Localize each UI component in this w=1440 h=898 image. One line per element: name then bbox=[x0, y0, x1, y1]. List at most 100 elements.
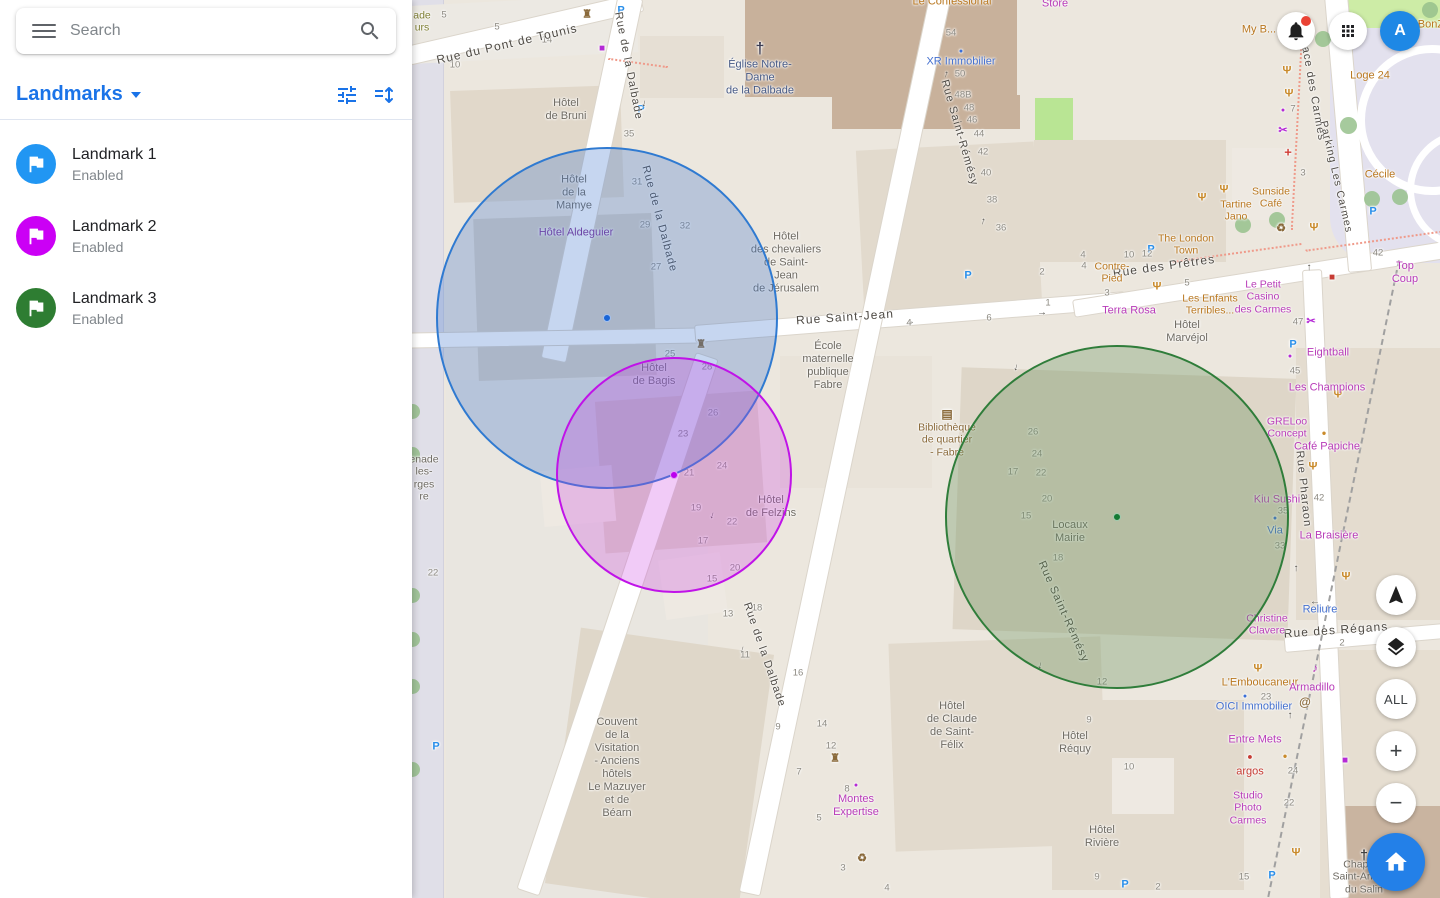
landmark-3-icon bbox=[16, 288, 56, 328]
landmark-status: Enabled bbox=[72, 311, 157, 327]
house-number: 31 bbox=[632, 176, 643, 187]
park-area bbox=[1035, 98, 1073, 142]
house-number: 7 bbox=[1290, 103, 1295, 114]
landmark-status: Enabled bbox=[72, 167, 157, 183]
recycling-icon: ♻ bbox=[857, 853, 867, 866]
house-number: 12 bbox=[826, 740, 837, 751]
poi-label: Hôtel des chevaliers de Saint- Jean de J… bbox=[751, 231, 821, 296]
house-number: 7 bbox=[796, 766, 801, 777]
landmark-row-3[interactable]: Landmark 3 Enabled bbox=[0, 272, 412, 344]
poi-label: My B... bbox=[1242, 24, 1276, 37]
house-number: 35 bbox=[624, 128, 635, 139]
restaurant-icon: Ψ bbox=[1310, 222, 1319, 235]
house-number: 14 bbox=[817, 718, 828, 729]
tree-marker bbox=[1392, 189, 1408, 205]
menu-button[interactable] bbox=[32, 19, 56, 43]
landmark-row-1[interactable]: Landmark 1 Enabled bbox=[0, 128, 412, 200]
layers-button[interactable] bbox=[1376, 627, 1416, 667]
avatar[interactable]: A bbox=[1380, 11, 1420, 51]
house-number: 32 bbox=[680, 220, 691, 231]
flag-icon bbox=[25, 225, 47, 247]
city-gate-icon: ♜ bbox=[830, 753, 840, 766]
page-title[interactable]: Landmarks bbox=[16, 83, 123, 106]
poi-label: Hôtel Marvéjol bbox=[1166, 319, 1208, 345]
home-button[interactable] bbox=[1367, 833, 1425, 891]
layers-icon bbox=[1385, 636, 1407, 658]
library-book-icon: ▤ bbox=[941, 407, 952, 421]
paw-icon: ● bbox=[1247, 752, 1252, 763]
poi-dot: ● bbox=[854, 782, 858, 790]
restaurant-icon: Ψ bbox=[1254, 663, 1263, 676]
building bbox=[953, 367, 1297, 641]
building bbox=[640, 36, 724, 98]
building bbox=[540, 465, 617, 527]
landmark-status: Enabled bbox=[72, 239, 157, 255]
search-input[interactable] bbox=[70, 22, 344, 40]
church-building bbox=[745, 0, 1017, 97]
avatar-letter: A bbox=[1394, 22, 1406, 40]
landmark-name: Landmark 1 bbox=[72, 146, 157, 164]
landmark-2-icon bbox=[16, 216, 56, 256]
search-bar[interactable] bbox=[16, 8, 396, 54]
road-rue-des-regans bbox=[1284, 623, 1440, 653]
house-number: 8 bbox=[844, 783, 849, 794]
apps-grid-icon bbox=[1339, 22, 1357, 40]
zoom-out-button[interactable]: − bbox=[1376, 783, 1416, 823]
restaurant-icon: Ψ bbox=[1283, 65, 1292, 78]
cafe-icon: ● bbox=[1283, 751, 1288, 760]
zoom-in-button[interactable]: + bbox=[1376, 731, 1416, 771]
house-number: 4 bbox=[884, 882, 889, 893]
landmarks-header: Landmarks bbox=[0, 70, 412, 120]
all-filter-label: ALL bbox=[1384, 692, 1408, 707]
house-number: 18 bbox=[752, 602, 763, 613]
notifications-button[interactable] bbox=[1277, 12, 1315, 50]
poi-dot: ● bbox=[1281, 107, 1285, 115]
restaurant-icon: Ψ bbox=[1292, 847, 1301, 860]
poi-label: Contre- Pied bbox=[1094, 261, 1129, 286]
all-filter-button[interactable]: ALL bbox=[1376, 679, 1416, 719]
tree-marker bbox=[1364, 191, 1380, 207]
house-number: 3 bbox=[840, 862, 845, 873]
home-icon bbox=[1383, 849, 1409, 875]
flag-icon bbox=[25, 297, 47, 319]
house-number: 3 bbox=[1300, 167, 1305, 178]
house-number: 4 bbox=[1081, 260, 1086, 271]
tree-marker bbox=[1269, 212, 1285, 228]
minus-icon: − bbox=[1390, 792, 1403, 814]
restaurant-icon: Ψ bbox=[1285, 88, 1294, 101]
landmark-name: Landmark 3 bbox=[72, 290, 157, 308]
house-number: 25 bbox=[665, 348, 676, 359]
plus-icon: + bbox=[1390, 740, 1403, 762]
notification-dot bbox=[1301, 16, 1311, 26]
compass-button[interactable] bbox=[1376, 575, 1416, 615]
building bbox=[1112, 758, 1174, 814]
apps-grid-button[interactable] bbox=[1329, 12, 1367, 50]
landmark-1-icon bbox=[16, 144, 56, 184]
sidebar: Landmarks Landmark 1 Enabled bbox=[0, 0, 412, 898]
road-arrow: ↓ bbox=[640, 98, 648, 111]
tree-marker bbox=[1235, 217, 1251, 233]
building bbox=[1232, 148, 1294, 220]
tree-marker bbox=[1422, 2, 1438, 18]
house-number: 5 bbox=[816, 812, 821, 823]
road-arrow: ↑ bbox=[1288, 710, 1293, 722]
bicycle-parking-icon: P bbox=[637, 104, 644, 117]
map-canvas[interactable]: ††▤♜♜♜PPPPPPPPPΨΨΨΨΨΨΨΨΨΨΨ■■■+♻♻@♪✂✂●●●●… bbox=[412, 0, 1440, 898]
landmark-row-2[interactable]: Landmark 2 Enabled bbox=[0, 200, 412, 272]
house-number: 20 bbox=[730, 562, 741, 573]
flag-icon bbox=[25, 153, 47, 175]
chevron-down-icon[interactable] bbox=[131, 92, 141, 98]
tree-marker bbox=[1340, 117, 1357, 134]
sort-button[interactable] bbox=[372, 83, 396, 107]
poi-label: Montes Expertise bbox=[833, 793, 879, 819]
house-number: 23 bbox=[1261, 691, 1272, 702]
landmark-name: Landmark 2 bbox=[72, 218, 157, 236]
hamburger-icon bbox=[32, 24, 56, 26]
building bbox=[1034, 140, 1226, 262]
house-number: 44 bbox=[974, 128, 985, 139]
navigation-arrow-icon bbox=[1385, 584, 1407, 606]
filter-tune-button[interactable] bbox=[335, 83, 359, 107]
search-icon[interactable] bbox=[358, 19, 382, 43]
house-number: 47 bbox=[1293, 316, 1304, 327]
road-rue-saint-jean bbox=[412, 327, 708, 348]
